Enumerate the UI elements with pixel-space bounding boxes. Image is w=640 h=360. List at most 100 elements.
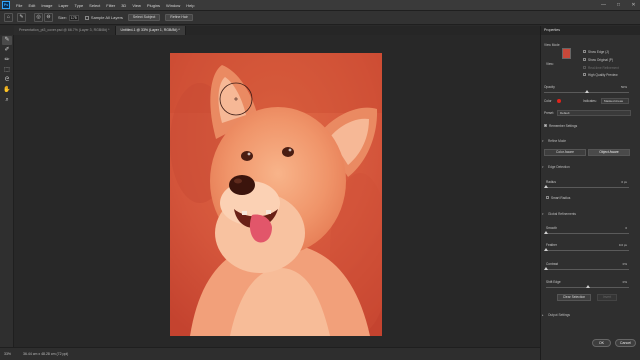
sample-all-layers-checkbox[interactable] [84,15,89,20]
contrast-slider-thumb[interactable] [544,267,548,270]
document-tabs: Presentation_pt3_cover.psd @ 66.7% (Laye… [14,26,540,35]
menu-plugins[interactable]: Plugins [144,3,163,8]
preset-label: Preset: [544,111,555,115]
close-button[interactable]: ✕ [629,1,638,9]
document-canvas[interactable] [170,53,382,336]
menu-edit[interactable]: Edit [25,3,38,8]
quick-selection-icon[interactable]: ✎ [2,36,12,45]
opacity-label: Opacity [544,85,555,89]
clear-selection-button[interactable]: Clear Selection [557,294,591,301]
opacity-slider-thumb[interactable] [585,90,589,93]
zoom-level[interactable]: 33% [4,352,11,356]
refine-edge-brush-icon[interactable]: ✐ [2,46,12,55]
smooth-value[interactable]: 0 [607,226,627,230]
sample-all-layers-label: Sample All Layers [90,15,123,20]
shift-edge-value[interactable]: 0% [607,280,627,284]
object-aware-button[interactable]: Object Aware [588,149,630,156]
refine-mode-chevron-icon[interactable]: ▾ [542,139,544,143]
feather-label: Feather [546,243,557,247]
options-bar: ⌂ ✎ ◎ ⊖ Size: 175 Sample All Layers Sele… [0,11,640,25]
menu-bar: Ps File Edit Image Layer Type Select Fil… [0,0,640,11]
overlay-color-swatch[interactable] [557,99,561,103]
menu-3d[interactable]: 3D [118,3,129,8]
brush-icon[interactable]: ✏ [2,56,12,65]
tools-panel: ✎ ✐ ✏ ⬚ ᘓ ✋ ⌕ [0,35,14,347]
realtime-refinement-label: Real-time Refinement [588,66,619,70]
add-to-selection-icon[interactable]: ◎ [34,13,43,22]
radius-slider-track[interactable] [546,187,629,188]
contrast-value[interactable]: 0% [607,262,627,266]
minimize-button[interactable]: — [599,1,608,9]
high-quality-preview-checkbox[interactable] [583,73,586,76]
menu-layer[interactable]: Layer [55,3,71,8]
photoshop-logo: Ps [2,1,10,9]
menu-type[interactable]: Type [72,3,87,8]
brush-cursor-icon [219,82,253,116]
photoshop-window: Ps File Edit Image Layer Type Select Fil… [0,0,640,360]
smart-radius-checkbox[interactable] [546,196,549,199]
zoom-icon[interactable]: ⌕ [2,96,12,105]
select-subject-button[interactable]: Select Subject [127,14,161,21]
invert-button: Invert [597,294,617,301]
indicates-select[interactable]: Masked Areas [601,98,629,104]
cancel-button[interactable]: Cancel [615,339,636,347]
show-edge-checkbox[interactable] [583,50,586,53]
menu-window[interactable]: Window [163,3,183,8]
home-icon[interactable]: ⌂ [4,13,13,22]
tab-presentation[interactable]: Presentation_pt3_cover.psd @ 66.7% (Laye… [14,26,116,35]
brush-preset-icon[interactable]: ✎ [17,13,26,22]
output-settings-chevron-icon[interactable]: ▸ [542,313,544,317]
color-label: Color [544,99,552,103]
indicates-label: Indicates: [583,99,597,103]
size-label: Size: [58,15,67,20]
remember-settings-label: Remember Settings [549,124,578,128]
refine-hair-button[interactable]: Refine Hair [165,14,193,21]
menu-filter[interactable]: Filter [103,3,118,8]
smooth-slider-track[interactable] [546,233,629,234]
size-field[interactable]: 175 [68,14,79,21]
tab-untitled-1[interactable]: Untitled-1 @ 33% (Layer 1, RGB/8#) * [115,26,186,35]
realtime-refinement-checkbox [583,66,586,69]
subtract-selection-icon[interactable]: ⊖ [44,13,53,22]
document-size: 36.44 cm x 48.28 cm (72 ppi) [23,352,69,356]
view-mode-thumbnail[interactable] [562,48,571,59]
smooth-label: Smooth [546,226,557,230]
edge-detection-label: Edge Detection [548,165,570,169]
high-quality-preview-label: High Quality Preview [588,73,618,77]
menu-file[interactable]: File [13,3,25,8]
global-refinements-label: Global Refinements [548,212,576,216]
global-refinements-chevron-icon[interactable]: ▾ [542,212,544,216]
refine-mode-label: Refine Mode [548,139,567,143]
radius-slider-thumb[interactable] [544,185,548,188]
shift-edge-label: Shift Edge [546,280,561,284]
menu-image[interactable]: Image [38,3,55,8]
edge-detection-chevron-icon[interactable]: ▾ [542,165,544,169]
panel-title: Properties [541,26,640,35]
menu-view[interactable]: View [129,3,144,8]
ok-button[interactable]: OK [592,339,611,347]
preset-select[interactable]: Default [557,110,631,116]
object-selection-icon[interactable]: ⬚ [2,66,12,75]
menu-select[interactable]: Select [86,3,103,8]
status-bar: 33% 36.44 cm x 48.28 cm (72 ppi) [0,347,540,360]
maximize-button[interactable]: □ [614,1,623,9]
show-original-checkbox[interactable] [583,58,586,61]
feather-value[interactable]: 0.0 px [605,243,627,247]
canvas-area[interactable] [14,35,540,347]
output-settings-label: Output Settings [548,313,570,317]
feather-slider-thumb[interactable] [544,248,548,251]
smooth-slider-thumb[interactable] [544,231,548,234]
shift-edge-slider-thumb[interactable] [586,285,590,288]
show-original-label: Show Original (P) [588,58,613,62]
lasso-icon[interactable]: ᘓ [2,76,12,85]
menu-help[interactable]: Help [183,3,197,8]
hand-icon[interactable]: ✋ [2,86,12,95]
corgi-photo [170,53,382,336]
radius-value[interactable]: 0 px [605,180,627,184]
opacity-value[interactable]: 50% [611,85,627,89]
remember-settings-checkbox[interactable] [544,124,547,127]
radius-label: Radius [546,180,556,184]
contrast-slider-track[interactable] [546,269,629,270]
feather-slider-track[interactable] [546,250,629,251]
color-aware-button[interactable]: Color Aware [544,149,586,156]
